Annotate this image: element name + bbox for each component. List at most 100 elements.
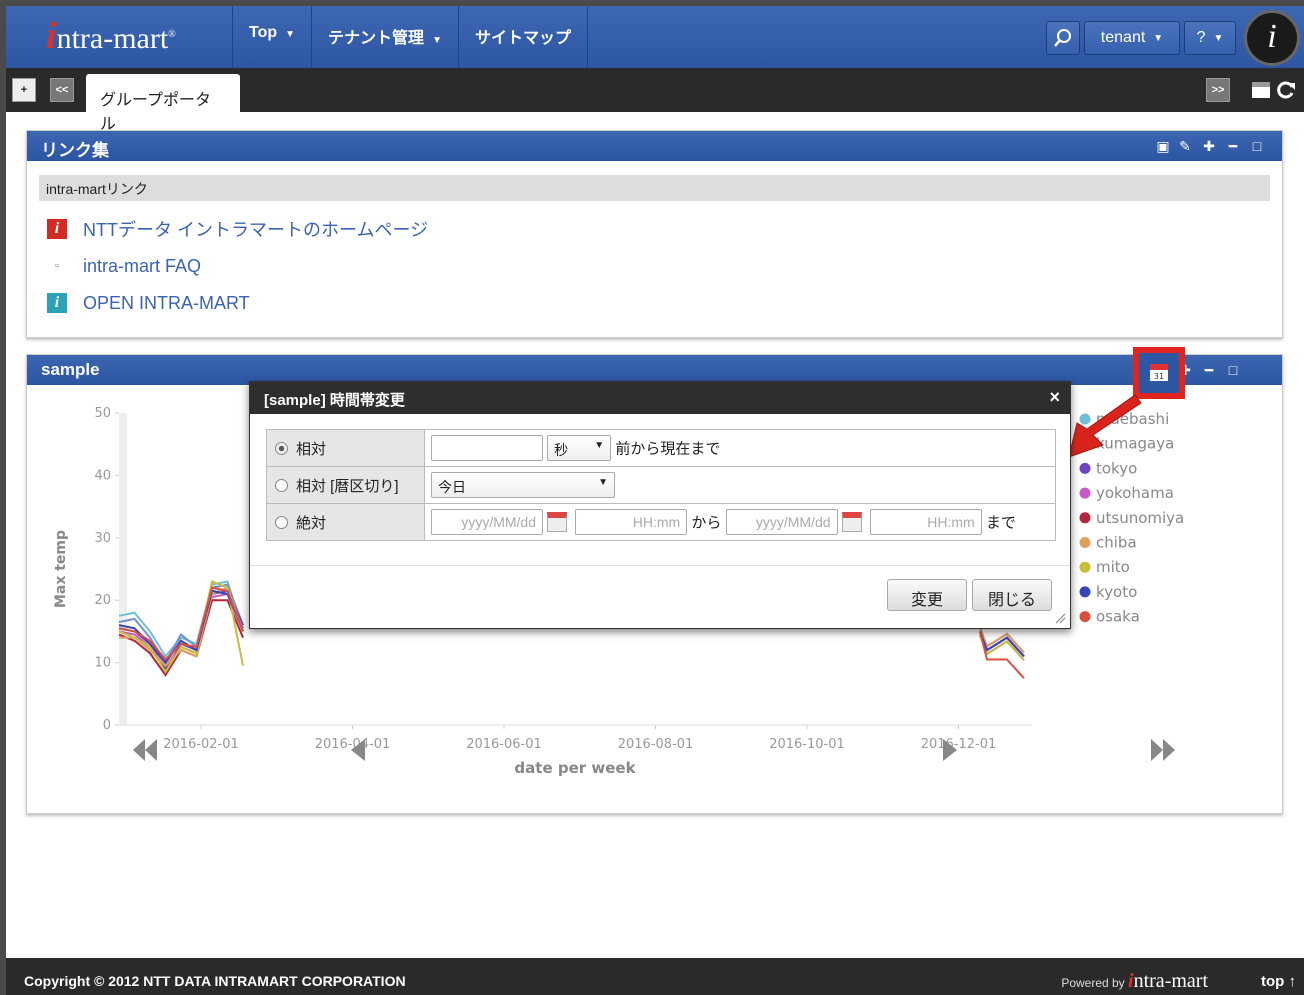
link-label[interactable]: OPEN INTRA-MART	[83, 293, 250, 314]
resize-handle-icon[interactable]	[1054, 612, 1066, 624]
legend-label-osaka: osaka	[1096, 608, 1140, 626]
main-nav: Top ▼ テナント管理 ▼ サイトマップ	[232, 6, 588, 68]
calendar-radio[interactable]	[275, 478, 288, 492]
dialog-title-bar: [sample] 時間帯変更 ×	[250, 382, 1070, 414]
nav-sitemap[interactable]: サイトマップ	[457, 6, 588, 68]
nav-sitemap-label: サイトマップ	[474, 30, 571, 47]
close-button[interactable]: 閉じる	[972, 579, 1052, 611]
maximize-icon[interactable]: □	[1248, 137, 1266, 155]
close-icon[interactable]: ×	[1049, 387, 1060, 408]
user-name: tenant	[1100, 29, 1146, 46]
relative-unit-select[interactable]: 秒 ▼	[547, 435, 612, 461]
change-button[interactable]: 変更	[887, 579, 967, 611]
fast-forward-icon-2	[1163, 739, 1175, 761]
fast-back-icon	[145, 739, 157, 761]
relative-option[interactable]: 相対	[266, 429, 425, 467]
calendar-label: 相対 [暦区切り]	[296, 477, 399, 495]
minimize-icon[interactable]: ━	[1224, 137, 1242, 155]
link-label[interactable]: NTTデータ イントラマートのホームページ	[83, 216, 428, 242]
plus-icon: +	[20, 84, 28, 96]
search-button[interactable]	[1046, 21, 1080, 55]
link-item[interactable]: ▫ intra-mart FAQ	[47, 254, 201, 278]
y-tick-label: 50	[94, 406, 111, 421]
powered-by: Powered by intra-mart	[1061, 970, 1208, 993]
absolute-option[interactable]: 絶対	[266, 503, 425, 541]
time-range-form: 相対 秒 ▼ 前から現在まで 相対 [暦区切り] 今日 ▼ 絶対 yyyy/MM/d…	[266, 429, 1056, 541]
intra-mart-red-icon: i	[47, 219, 67, 239]
link-item[interactable]: i NTTデータ イントラマートのホームページ	[47, 217, 428, 241]
legend-swatch-yokohama	[1079, 487, 1091, 499]
to-date-input[interactable]: yyyy/MM/dd	[725, 509, 838, 535]
series-line-tokyo	[118, 589, 244, 671]
dialog-title: [sample] 時間帯変更	[264, 392, 405, 409]
absolute-label: 絶対	[296, 514, 327, 532]
links-portlet-header: リンク集 ▣ ✎ ✚ ━ □	[27, 131, 1282, 161]
nav-top-menu[interactable]: Top ▼	[232, 6, 311, 68]
footer: Copyright © 2012 NTT DATA INTRAMART CORP…	[6, 958, 1304, 995]
from-text: から	[691, 514, 722, 532]
dropdown-arrow-icon: ▼	[594, 440, 605, 451]
calendar-period-value: 今日	[438, 479, 466, 495]
refresh-icon[interactable]	[1276, 80, 1296, 100]
from-date-input[interactable]: yyyy/MM/dd	[431, 509, 543, 535]
calendar-period-select[interactable]: 今日 ▼	[431, 472, 615, 498]
y-tick-label: 10	[94, 656, 111, 671]
from-time-input[interactable]: HH:mm	[575, 509, 688, 535]
brand-avatar[interactable]: i	[1244, 10, 1300, 66]
time-range-dialog: [sample] 時間帯変更 × 相対 秒 ▼ 前から現在まで 相対 [暦区切り]…	[249, 381, 1071, 629]
relative-radio[interactable]	[275, 441, 288, 455]
nav-tenant-menu[interactable]: テナント管理 ▼	[311, 6, 458, 68]
chevron-down-icon: ▼	[285, 29, 296, 40]
calendar-row: 相対 [暦区切り] 今日 ▼	[266, 466, 1056, 504]
next-tab-button[interactable]: >>	[1206, 78, 1230, 102]
y-tick-label: 40	[94, 468, 111, 483]
x-tick-label: 2016-12-01	[921, 737, 997, 752]
link-item[interactable]: i OPEN INTRA-MART	[47, 291, 250, 315]
series-line-yokohama	[118, 592, 244, 668]
tab-group-portal[interactable]: グループポータル	[86, 74, 240, 133]
absolute-row: 絶対 yyyy/MM/dd HH:mm から yyyy/MM/dd HH:mm …	[266, 503, 1056, 541]
double-left-icon: <<	[55, 84, 69, 96]
chevron-down-icon: ▼	[1153, 32, 1164, 44]
legend-swatch-tokyo	[1079, 462, 1091, 474]
search-icon	[1054, 29, 1071, 47]
add-tab-button[interactable]: +	[12, 78, 36, 102]
calendar-option[interactable]: 相対 [暦区切り]	[266, 466, 425, 504]
header-tools: tenant ▼ ? ▼	[1046, 21, 1236, 55]
fast-forward-icon	[1151, 739, 1163, 761]
nav-top-label: Top	[249, 24, 278, 41]
legend-label-utsunomiya: utsunomiya	[1096, 509, 1184, 527]
fast-back-icon-2	[133, 739, 145, 761]
pin-icon[interactable]: ✚	[1200, 137, 1218, 155]
to-top-link[interactable]: top ↑	[1261, 973, 1296, 990]
calendar-icon[interactable]	[547, 512, 567, 532]
prev-tab-button[interactable]: <<	[50, 78, 74, 102]
link-label[interactable]: intra-mart FAQ	[83, 256, 201, 277]
y-tick-label: 30	[94, 531, 111, 546]
intra-mart-logo[interactable]: intra-mart®	[46, 14, 176, 58]
logo-text: ntra-mart	[56, 22, 169, 55]
edit-pencil-icon[interactable]: ✎	[1176, 137, 1194, 155]
user-menu[interactable]: tenant ▼	[1084, 21, 1180, 55]
footer-logo: intra-mart	[1128, 970, 1208, 992]
links-portlet-title: リンク集	[41, 141, 109, 160]
legend-label-yokohama: yokohama	[1096, 484, 1174, 502]
logo-i-glyph: i	[46, 15, 57, 57]
calendar-icon[interactable]	[841, 512, 862, 532]
absolute-radio[interactable]	[275, 515, 288, 529]
legend-label-mito: mito	[1096, 558, 1130, 576]
brand-glyph: i	[1267, 18, 1277, 55]
display-icon[interactable]: ▣	[1154, 137, 1172, 155]
svg-text:31: 31	[1154, 372, 1164, 381]
square-outline-icon: ▫	[55, 260, 59, 272]
help-menu[interactable]: ? ▼	[1184, 21, 1236, 55]
links-portlet: リンク集 ▣ ✎ ✚ ━ □ intra-martリンク i NTTデータ イン…	[26, 130, 1283, 338]
help-icon: ?	[1196, 29, 1206, 46]
tab-label: グループポータル	[100, 92, 212, 133]
relative-amount-input[interactable]	[431, 435, 543, 461]
footer-logo-text: ntra-mart	[1133, 970, 1208, 992]
copyright-text: Copyright © 2012 NTT DATA INTRAMART CORP…	[24, 973, 406, 989]
to-time-input[interactable]: HH:mm	[869, 509, 982, 535]
legend-swatch-utsunomiya	[1079, 512, 1091, 524]
layout-icon[interactable]	[1251, 80, 1271, 100]
